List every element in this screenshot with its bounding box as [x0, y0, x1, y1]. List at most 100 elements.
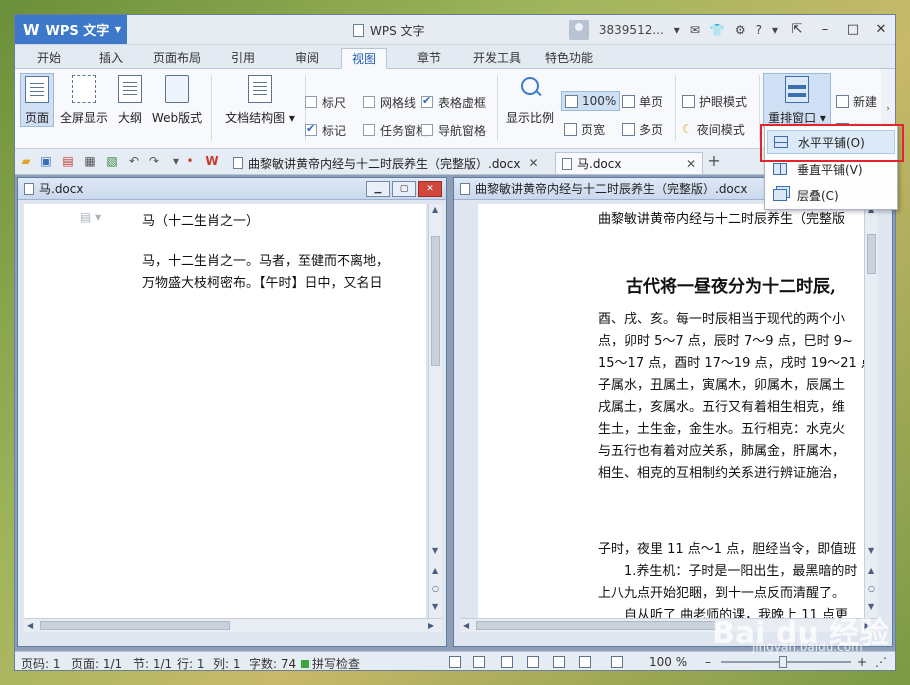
docmap-button[interactable]: 文档结构图 ▾: [221, 73, 299, 127]
gridlines-checkbox[interactable]: 网格线: [363, 93, 416, 111]
table-virtual-checkbox[interactable]: 表格虚框: [421, 93, 486, 111]
single-page-button[interactable]: 单页: [619, 91, 666, 111]
resize-grip-icon[interactable]: ⋰: [875, 655, 887, 669]
user-dropdown-icon[interactable]: ▾: [674, 23, 680, 37]
location-icon[interactable]: [611, 656, 623, 668]
multi-page-button[interactable]: 多页: [619, 119, 666, 139]
doc-tab-huangdi[interactable]: 曲黎敏讲黄帝内经与十二时辰养生（完整版）.docx ✕: [227, 152, 545, 174]
status-page-number[interactable]: 页码: 1: [21, 655, 61, 670]
tab-view[interactable]: 视图: [341, 48, 388, 69]
tab-page-layout[interactable]: 页面布局: [143, 48, 211, 69]
doc-tab-ma[interactable]: 马.docx ✕: [555, 152, 703, 174]
help-dropdown-icon[interactable]: ▾: [772, 23, 778, 37]
web-view-icon[interactable]: [553, 656, 565, 668]
next-page-icon[interactable]: ▼: [432, 602, 438, 611]
left-doc-page[interactable]: ▤ ▾ 马（十二生肖之一） 马，十二生肖之一。马者，至健而不离地， 万物盛大枝柯…: [24, 204, 426, 618]
maximize-icon[interactable]: □: [839, 15, 867, 44]
user-avatar-icon[interactable]: [568, 19, 589, 40]
prev-page-icon[interactable]: ▲: [868, 566, 874, 575]
tab-developer[interactable]: 开发工具: [463, 48, 531, 69]
customize-dropdown-icon[interactable]: ▾: [169, 154, 183, 168]
save-icon[interactable]: ▣: [39, 154, 53, 168]
scroll-thumb[interactable]: [867, 234, 876, 274]
tab-chapter[interactable]: 章节: [407, 48, 451, 69]
status-pages[interactable]: 页面: 1/1: [71, 655, 122, 670]
new-window-button[interactable]: 新建: [833, 91, 880, 111]
tab-references[interactable]: 引用: [221, 48, 265, 69]
scroll-thumb[interactable]: [40, 621, 230, 630]
eye-mode-button[interactable]: 护眼模式: [679, 91, 750, 111]
minimize-icon[interactable]: –: [811, 15, 839, 44]
marks-checkbox[interactable]: 标记: [305, 121, 346, 139]
scroll-right-icon[interactable]: ▶: [428, 621, 434, 630]
arrange-window-button[interactable]: 重排窗口 ▾: [763, 73, 831, 127]
message-icon[interactable]: ✉: [690, 23, 700, 37]
reading-view-icon[interactable]: [579, 656, 591, 668]
select-browse-icon[interactable]: ○: [868, 584, 875, 593]
web-layout-button[interactable]: Web版式: [149, 73, 205, 127]
close-icon[interactable]: ✕: [867, 15, 895, 44]
close-tab-icon[interactable]: ✕: [528, 156, 538, 170]
wps-w-icon[interactable]: W: [205, 154, 219, 168]
scroll-left-icon[interactable]: ◀: [27, 621, 33, 630]
page-view-button[interactable]: 页面: [20, 73, 54, 127]
tab-review[interactable]: 审阅: [285, 48, 329, 69]
pdf-icon[interactable]: ▤: [61, 154, 75, 168]
scroll-left-icon[interactable]: ◀: [463, 621, 469, 630]
taskpane-checkbox[interactable]: 任务窗格: [363, 121, 428, 139]
zoom-100-button[interactable]: 100%: [561, 91, 621, 111]
scroll-thumb[interactable]: [476, 621, 716, 630]
skin-icon[interactable]: 👕: [710, 23, 725, 37]
tab-home[interactable]: 开始: [27, 48, 71, 69]
print-icon[interactable]: ▦: [83, 154, 97, 168]
right-vertical-scrollbar[interactable]: ▲ ▼ ▲ ○ ▼: [864, 204, 878, 618]
ruler-checkbox[interactable]: 标尺: [305, 93, 346, 111]
outline-view-icon[interactable]: [527, 656, 539, 668]
app-menu-button[interactable]: W WPS 文字 ▼: [15, 15, 127, 44]
restore-icon[interactable]: ⇱: [783, 15, 811, 44]
format-painter-icon[interactable]: •: [183, 154, 197, 168]
scroll-down-icon[interactable]: ▼: [432, 546, 438, 555]
zoom-button[interactable]: 显示比例: [503, 73, 557, 127]
help-button[interactable]: ?: [756, 23, 762, 37]
left-window-caption[interactable]: 马.docx ▁ ▢ ✕: [18, 178, 446, 200]
prev-page-icon[interactable]: ▲: [432, 566, 438, 575]
scroll-thumb[interactable]: [431, 236, 440, 366]
open-folder-icon[interactable]: ▰: [19, 154, 33, 168]
minimize-icon[interactable]: ▁: [366, 180, 390, 197]
night-mode-button[interactable]: ☾ 夜间模式: [679, 119, 748, 139]
new-tab-button[interactable]: +: [707, 153, 721, 169]
left-horizontal-scrollbar[interactable]: ◀ ▶: [24, 618, 442, 632]
status-col[interactable]: 列: 1: [213, 655, 241, 670]
fullscreen-button[interactable]: 全屏显示: [57, 73, 111, 127]
status-row[interactable]: 行: 1: [177, 655, 205, 670]
zoom-slider[interactable]: [721, 656, 851, 668]
outline-button[interactable]: 大纲: [115, 73, 145, 127]
scroll-up-icon[interactable]: ▲: [432, 205, 438, 214]
navpane-checkbox[interactable]: 导航窗格: [421, 121, 486, 139]
zoom-out-icon[interactable]: –: [705, 655, 711, 669]
select-browse-icon[interactable]: ○: [432, 584, 439, 593]
status-section[interactable]: 节: 1/1: [133, 655, 172, 670]
settings-icon[interactable]: ⚙: [735, 23, 746, 37]
undo-icon[interactable]: ↶: [127, 154, 141, 168]
spell-check-button[interactable]: 拼写检查: [301, 655, 360, 670]
fullscreen-icon[interactable]: [473, 656, 485, 668]
close-icon[interactable]: ✕: [418, 180, 442, 197]
status-word-count[interactable]: 字数: 74: [249, 655, 296, 670]
doc-options-icon[interactable]: ▤ ▾: [80, 210, 101, 224]
tab-insert[interactable]: 插入: [89, 48, 133, 69]
status-zoom[interactable]: 100 %: [649, 655, 687, 669]
right-doc-page[interactable]: 曲黎敏讲黄帝内经与十二时辰养生（完整版 古代将一昼夜分为十二时辰, 酉、戌、亥。…: [478, 204, 864, 618]
menu-cascade[interactable]: 层叠(C): [767, 183, 895, 207]
zoom-slider-knob[interactable]: [779, 656, 787, 668]
page-view-icon[interactable]: [501, 656, 513, 668]
user-id[interactable]: 3839512...: [599, 23, 664, 37]
print-preview-icon[interactable]: ▧: [105, 154, 119, 168]
page-width-button[interactable]: 页宽: [561, 119, 608, 139]
history-icon[interactable]: [449, 656, 461, 668]
tab-features[interactable]: 特色功能: [535, 48, 603, 69]
zoom-in-icon[interactable]: +: [857, 655, 867, 669]
close-tab-icon[interactable]: ✕: [686, 157, 696, 171]
restore-icon[interactable]: ▢: [392, 180, 416, 197]
